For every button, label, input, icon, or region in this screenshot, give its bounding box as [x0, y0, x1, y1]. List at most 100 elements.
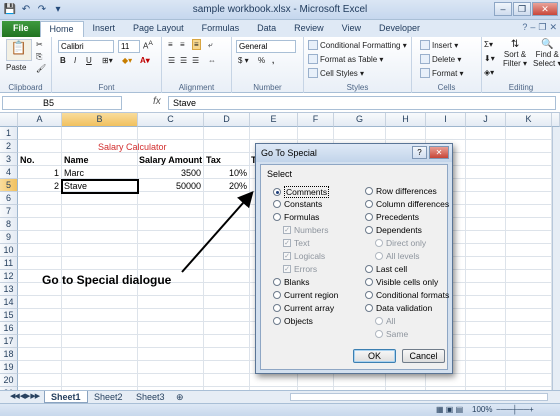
help-icon[interactable]: ? [522, 22, 527, 33]
radio-control[interactable] [365, 200, 373, 208]
dialog-help-button[interactable]: ? [412, 146, 427, 159]
align-bottom-icon[interactable]: ≡ [192, 39, 201, 50]
borders-icon[interactable]: ⊞▾ [102, 56, 113, 65]
row-header[interactable]: 18 [0, 348, 18, 361]
row-header[interactable]: 19 [0, 361, 18, 374]
underline-button[interactable]: U [86, 56, 92, 65]
radio-control[interactable] [365, 291, 373, 299]
row1-salary-cell[interactable]: 3500 [138, 167, 204, 180]
row-header[interactable]: 14 [0, 296, 18, 309]
radio-objects[interactable]: Objects [273, 316, 313, 326]
header-tax-cell[interactable]: Tax [206, 154, 221, 167]
align-center-icon[interactable]: ☰ [180, 56, 187, 65]
bold-button[interactable]: B [60, 56, 66, 65]
radio-dependents[interactable]: Dependents [365, 225, 422, 235]
col-header-c[interactable]: C [138, 113, 204, 127]
row2-salary-cell[interactable]: 50000 [138, 180, 204, 193]
col-header-j[interactable]: J [466, 113, 506, 127]
copy-icon[interactable]: ⎘ [36, 52, 42, 62]
paste-icon[interactable]: 📋 [6, 39, 32, 61]
cell-styles-button[interactable]: Cell Styles ▾ [308, 68, 364, 78]
font-size-box[interactable]: 11 [118, 40, 140, 53]
row-header[interactable]: 6 [0, 192, 18, 205]
row-header[interactable]: 15 [0, 309, 18, 322]
percent-button[interactable]: % [258, 56, 265, 65]
radio-control[interactable] [273, 213, 281, 221]
row-header[interactable]: 3 [0, 153, 18, 166]
fill-icon[interactable]: ⬇▾ [484, 54, 495, 63]
sheet-nav-icon[interactable]: ◀◀ ◀ ▶ ▶▶ [4, 391, 45, 403]
insert-function-icon[interactable]: fx [153, 96, 161, 107]
wrap-text-icon[interactable]: ⤶ [208, 40, 212, 50]
cancel-button[interactable]: Cancel [402, 349, 445, 363]
row2-tax-cell[interactable]: 20% [204, 180, 250, 193]
radio-conditional-formats[interactable]: Conditional formats [365, 290, 449, 300]
horizontal-scrollbar[interactable] [290, 393, 548, 401]
tab-data[interactable]: Data [248, 21, 285, 37]
radio-control[interactable] [365, 187, 373, 195]
currency-button[interactable]: $ ▾ [238, 56, 249, 65]
radio-control[interactable] [365, 213, 373, 221]
fill-color-icon[interactable]: ◆▾ [122, 56, 132, 65]
select-all-corner[interactable] [0, 113, 18, 127]
tab-view[interactable]: View [333, 21, 370, 37]
radio-visible-cells-only[interactable]: Visible cells only [365, 277, 438, 287]
delete-cells-button[interactable]: Delete ▾ [420, 54, 461, 64]
col-header-a[interactable]: A [18, 113, 62, 127]
zoom-slider[interactable]: −──┼──+ [496, 405, 534, 414]
row-header[interactable]: 17 [0, 335, 18, 348]
radio-comments[interactable]: Comments [273, 186, 330, 198]
radio-formulas[interactable]: Formulas [273, 212, 319, 222]
autosum-icon[interactable]: Σ▾ [484, 40, 493, 49]
font-name-box[interactable]: Calibri [58, 40, 114, 53]
row1-tax-cell[interactable]: 10% [204, 167, 250, 180]
sheet-tab-sheet2[interactable]: Sheet2 [88, 391, 129, 403]
insert-sheet-icon[interactable]: ⊕ [170, 391, 190, 403]
col-header-d[interactable]: D [204, 113, 250, 127]
sheet-tab-sheet3[interactable]: Sheet3 [130, 391, 171, 403]
radio-constants[interactable]: Constants [273, 199, 322, 209]
tab-review[interactable]: Review [285, 21, 333, 37]
zoom-level[interactable]: 100% [472, 405, 492, 414]
radio-control[interactable] [273, 304, 281, 312]
col-header-b[interactable]: B [62, 113, 138, 127]
row-header[interactable]: 20 [0, 374, 18, 387]
radio-control[interactable] [365, 278, 373, 286]
radio-control[interactable] [273, 200, 281, 208]
conditional-formatting-button[interactable]: Conditional Formatting ▾ [308, 40, 407, 50]
radio-last-cell[interactable]: Last cell [365, 264, 407, 274]
font-color-icon[interactable]: A▾ [140, 56, 150, 65]
radio-current-region[interactable]: Current region [273, 290, 338, 300]
tab-page-layout[interactable]: Page Layout [124, 21, 193, 37]
header-salary-cell[interactable]: Salary Amount [139, 154, 202, 167]
dialog-close-button[interactable]: ✕ [429, 146, 449, 159]
vertical-scrollbar-top[interactable] [552, 113, 560, 127]
align-middle-icon[interactable]: ≡ [180, 40, 185, 49]
row-header[interactable]: 9 [0, 231, 18, 244]
format-painter-icon[interactable]: 🖌 [36, 64, 46, 73]
col-header-e[interactable]: E [250, 113, 298, 127]
col-header-g[interactable]: G [334, 113, 386, 127]
align-left-icon[interactable]: ☰ [168, 56, 175, 65]
insert-cells-button[interactable]: Insert ▾ [420, 40, 458, 50]
radio-column-differences[interactable]: Column differences [365, 199, 449, 209]
header-name-cell[interactable]: Name [64, 154, 89, 167]
find-select-button[interactable]: 🔍 Find & Select ▾ [533, 39, 560, 68]
title-cell[interactable]: Salary Calculator [98, 141, 167, 154]
radio-control[interactable] [273, 188, 281, 196]
row-header[interactable]: 1 [0, 127, 18, 140]
col-header-k[interactable]: K [506, 113, 552, 127]
name-box[interactable]: B5 [2, 96, 122, 110]
row-header[interactable]: 7 [0, 205, 18, 218]
italic-button[interactable]: I [74, 56, 76, 65]
row-header[interactable]: 8 [0, 218, 18, 231]
format-as-table-button[interactable]: Format as Table ▾ [308, 54, 383, 64]
vertical-scrollbar[interactable] [552, 127, 560, 390]
tab-developer[interactable]: Developer [370, 21, 429, 37]
minimize-button[interactable]: – [494, 2, 512, 16]
row-header[interactable]: 4 [0, 166, 18, 179]
row-header[interactable]: 11 [0, 257, 18, 270]
comma-button[interactable]: , [272, 56, 274, 65]
close-button[interactable]: ✕ [532, 2, 558, 16]
tab-formulas[interactable]: Formulas [193, 21, 249, 37]
